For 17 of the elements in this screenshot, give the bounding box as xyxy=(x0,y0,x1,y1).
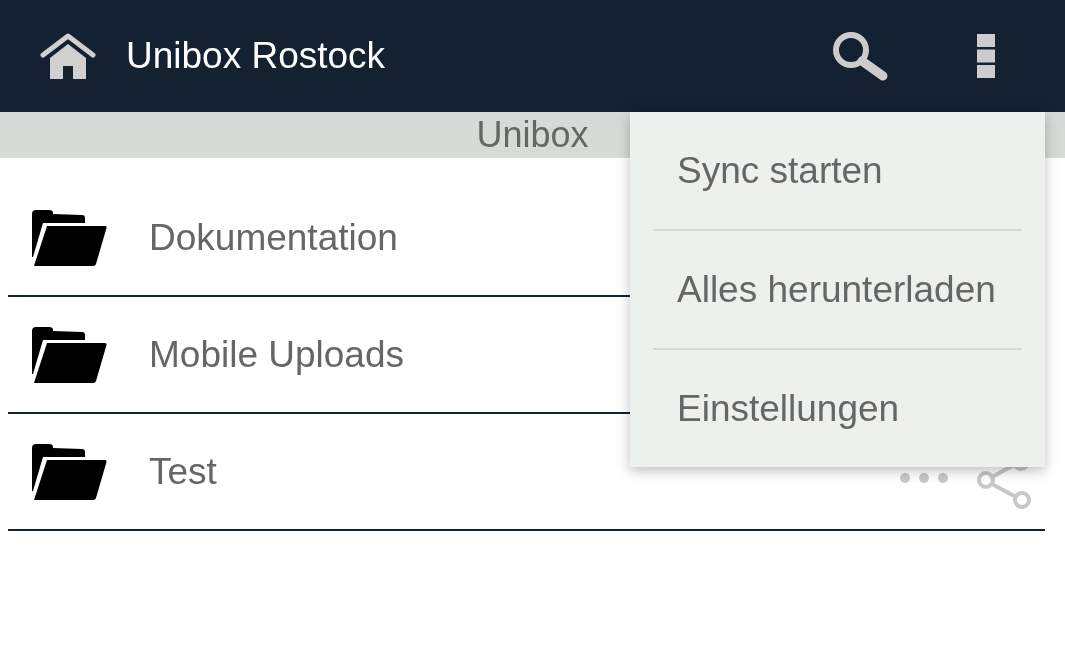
overflow-menu-icon xyxy=(977,34,995,78)
folder-name[interactable]: Mobile Uploads xyxy=(149,326,405,383)
search-icon xyxy=(832,31,888,81)
app-title: Unibox Rostock xyxy=(126,34,386,79)
menu-item[interactable]: Alles herunterladen xyxy=(630,231,1045,348)
menu-item[interactable]: Sync starten xyxy=(630,112,1045,229)
folder-icon xyxy=(32,209,107,266)
home-icon[interactable] xyxy=(40,33,96,79)
folder-name[interactable]: Test xyxy=(149,443,217,500)
breadcrumb-label: Unibox xyxy=(476,117,589,153)
overflow-menu-button[interactable] xyxy=(977,34,995,78)
search-button[interactable] xyxy=(832,31,888,81)
menu-item[interactable]: Einstellungen xyxy=(630,350,1045,467)
more-dots-icon[interactable] xyxy=(899,472,949,484)
folder-icon xyxy=(32,443,107,500)
folder-name[interactable]: Dokumentation xyxy=(149,209,398,266)
folder-icon xyxy=(32,326,107,383)
